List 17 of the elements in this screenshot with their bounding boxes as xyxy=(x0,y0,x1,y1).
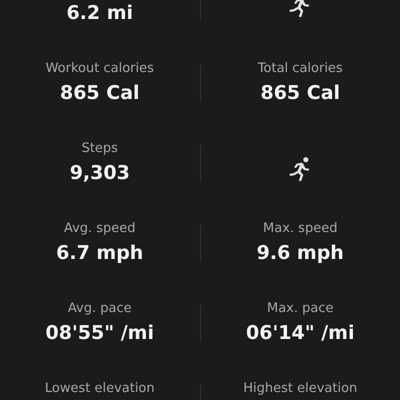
stat-label: Steps xyxy=(82,141,118,157)
stat-value: 06'14" /mi xyxy=(246,321,354,345)
stat-label: Avg. speed xyxy=(64,221,136,237)
stat-label: Max. speed xyxy=(263,221,338,237)
stat-value: 865 Cal xyxy=(260,81,340,105)
stat-label: Highest elevation xyxy=(243,381,358,397)
stat-value: 6.7 mph xyxy=(56,241,144,265)
stat-value: 865 Cal xyxy=(60,81,140,105)
stat-value: 9,303 xyxy=(70,161,130,185)
stat-label: Max. pace xyxy=(266,301,334,317)
stat-value: 9.6 mph xyxy=(256,241,344,265)
stat-value: 6.2 mi xyxy=(66,1,134,25)
stat-value: 08'55" /mi xyxy=(46,321,154,345)
stat-label: Workout calories xyxy=(46,61,154,77)
stat-label: Avg. pace xyxy=(68,301,132,317)
stat-label: Lowest elevation xyxy=(44,381,155,397)
stat-label: Total calories xyxy=(258,61,343,77)
